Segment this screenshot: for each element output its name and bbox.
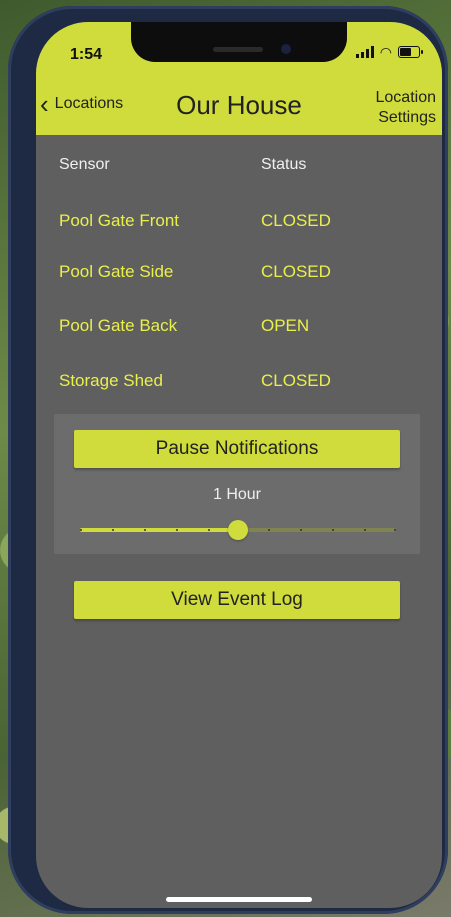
status-icons: ◠ (355, 44, 423, 60)
sensor-status: CLOSED (261, 211, 331, 230)
sensor-status: CLOSED (261, 262, 331, 281)
column-header-status: Status (261, 156, 307, 173)
sensor-name: Pool Gate Front (59, 211, 180, 230)
sensor-name: Pool Gate Back (59, 316, 178, 335)
wifi-icon: ◠ (379, 44, 392, 60)
location-settings-button[interactable]: Location Settings (376, 88, 437, 128)
back-label: Locations (54, 95, 124, 112)
pause-notifications-button[interactable]: Pause Notifications (74, 430, 400, 468)
home-indicator[interactable] (166, 897, 312, 902)
slider-tick (176, 529, 178, 531)
camera-icon (281, 44, 291, 54)
app-screen: 1:54 ◠ ‹ Locations Our House Location Se… (36, 22, 442, 908)
slider-tick (364, 529, 366, 531)
sensor-status: CLOSED (261, 371, 331, 390)
table-row[interactable]: Storage Shed CLOSED (59, 371, 419, 401)
column-header-sensor: Sensor (59, 156, 110, 173)
slider-thumb[interactable] (228, 520, 248, 540)
slider-track-fill (80, 528, 238, 532)
slider-tick (208, 529, 210, 531)
header-bar: 1:54 ◠ ‹ Locations Our House Location Se… (36, 22, 442, 135)
slider-tick (394, 529, 396, 531)
speaker-grille (213, 47, 263, 52)
slider-tick (300, 529, 302, 531)
sensor-status: OPEN (261, 316, 310, 335)
cellular-signal-icon (355, 46, 374, 58)
phone-frame: 1:54 ◠ ‹ Locations Our House Location Se… (8, 6, 448, 914)
pause-duration-slider[interactable] (80, 520, 396, 540)
pause-notifications-panel: Pause Notifications 1 Hour (54, 414, 420, 554)
back-button[interactable]: ‹ Locations (40, 89, 124, 119)
pause-duration-label: 1 Hour (212, 486, 262, 503)
status-time: 1:54 (70, 46, 103, 63)
slider-tick (80, 529, 82, 531)
slider-tick (144, 529, 146, 531)
sensor-name: Pool Gate Side (59, 262, 174, 281)
view-event-log-button[interactable]: View Event Log (74, 581, 400, 619)
table-row[interactable]: Pool Gate Front CLOSED (59, 211, 419, 241)
slider-tick (332, 529, 334, 531)
slider-tick (268, 529, 270, 531)
location-settings-line1: Location (375, 89, 437, 106)
chevron-left-icon: ‹ (40, 89, 49, 119)
device-notch (131, 22, 347, 62)
slider-tick (112, 529, 114, 531)
table-row[interactable]: Pool Gate Side CLOSED (59, 262, 419, 292)
battery-icon (398, 46, 423, 58)
location-settings-line2: Settings (378, 109, 436, 126)
sensor-name: Storage Shed (59, 371, 163, 390)
table-row[interactable]: Pool Gate Back OPEN (59, 316, 419, 346)
